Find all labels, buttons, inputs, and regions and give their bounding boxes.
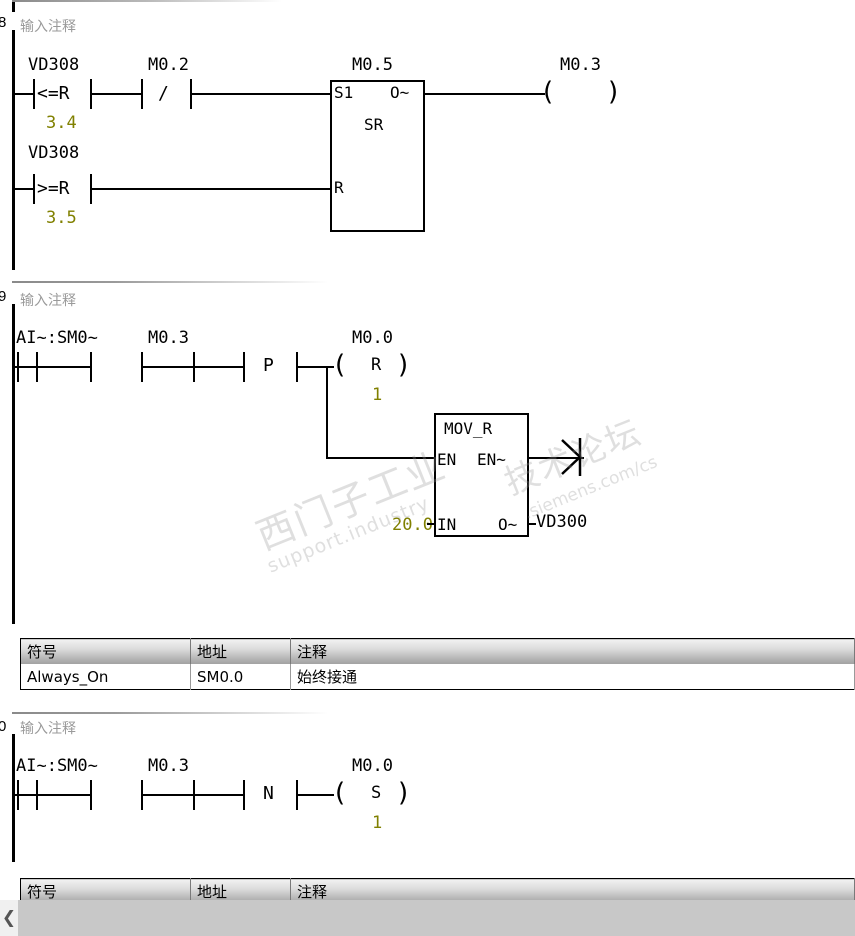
wire-contactC-to-p-n9	[195, 366, 245, 368]
contact3-left-bar[interactable]	[33, 174, 35, 204]
symbol-cell-name[interactable]: Always_On	[20, 664, 191, 690]
coil-inner-r-n9: R	[371, 355, 382, 375]
horizontal-scrollbar[interactable]: ❮	[0, 900, 855, 936]
coil-label-m00-n9: M0.0	[352, 328, 393, 348]
network-number-9: 9	[0, 288, 7, 305]
wire-sr-out-to-coil	[425, 93, 545, 95]
coil-open-paren-n10[interactable]: (	[335, 780, 345, 806]
contactA-left-bar-n9[interactable]	[17, 352, 19, 382]
wire-contact2-to-sr-s1	[192, 93, 331, 95]
wire-n-to-coil-n10	[298, 794, 334, 796]
network-number-10: 0	[0, 718, 7, 735]
symbol-table-header-comment[interactable]: 注释	[290, 638, 855, 664]
contact-label-vd308-2: VD308	[28, 143, 80, 163]
contact3-operator: >=R	[37, 178, 70, 199]
ladder-editor-canvas[interactable]: 8 输入注释 VD308 <=R 3.4 M0.2 / VD308 >=R 3.…	[0, 0, 855, 905]
branch-horizontal-to-movr-n9	[326, 457, 434, 459]
movr-box-name: MOV_R	[444, 419, 493, 438]
contact-label-ai-sm0-n9: AI~:SM0~	[16, 328, 98, 348]
sr-box-type-label: SR	[364, 115, 384, 134]
wire-rail-to-contact3	[14, 188, 34, 190]
network-separator-9	[12, 712, 522, 714]
wire-contactA-to-contactB-n9	[38, 366, 91, 368]
wire-contact3-to-sr-r	[92, 188, 331, 190]
contact-label-m03-n9: M0.3	[148, 328, 189, 348]
symbol-table-header-symbol[interactable]: 符号	[20, 638, 191, 664]
contact1-value[interactable]: 3.4	[46, 113, 77, 133]
symbol-table-header-row: 符号 地址 注释	[20, 638, 855, 664]
coil-open-paren-m03[interactable]: (	[543, 79, 553, 105]
network-separator-8	[12, 281, 522, 283]
network-separator-top	[12, 0, 282, 2]
movr-in-value[interactable]: 20.0	[392, 515, 433, 535]
movr-eno-output: EN~	[477, 450, 506, 469]
network-number-8: 8	[0, 14, 7, 31]
wire-movr-in-stub	[427, 523, 435, 525]
wire-contactB-to-contactC-n9	[143, 366, 194, 368]
sr-box-input-r: R	[334, 178, 344, 197]
coil-inner-s-n10: S	[371, 783, 382, 803]
sr-box-instance-label: M0.5	[352, 55, 393, 75]
watermark-line2: support.industry	[264, 492, 433, 578]
wire-contactB-to-contactC-n10	[143, 794, 194, 796]
edge-detect-p-n9[interactable]: P	[263, 355, 274, 376]
power-rail-network-10	[12, 734, 15, 862]
symbol-table-network-9[interactable]: 符号 地址 注释 Always_On SM0.0 始终接通	[20, 638, 855, 690]
movr-out-label: O~	[498, 515, 518, 534]
contact3-value[interactable]: 3.5	[46, 208, 77, 228]
branch-vertical-n9	[326, 366, 328, 458]
wire-p-to-junction-n9	[298, 366, 334, 368]
contactA-left-bar-n10[interactable]	[17, 780, 19, 810]
contact2-left-bar[interactable]	[141, 79, 143, 109]
symbol-cell-address[interactable]: SM0.0	[190, 664, 291, 690]
power-rail-network-9	[12, 304, 15, 624]
contactB-left-bar-n10[interactable]	[90, 780, 92, 810]
coil-label-m00-n10: M0.0	[352, 756, 393, 776]
contact-label-vd308-1: VD308	[28, 55, 80, 75]
sr-box-input-s1: S1	[334, 83, 354, 102]
contact-label-ai-sm0-n10: AI~:SM0~	[16, 756, 98, 776]
wire-rail-to-contact1	[14, 93, 34, 95]
coil-close-paren-n10[interactable]: )	[398, 780, 408, 806]
wire-contactA-to-contactB-n10	[38, 794, 91, 796]
contact-label-m02: M0.2	[148, 55, 189, 75]
network-comment-10[interactable]: 输入注释	[20, 718, 76, 738]
coil-value-n9[interactable]: 1	[372, 385, 382, 405]
contact2-operator-not: /	[158, 83, 169, 104]
wire-contactC-to-n-n10	[195, 794, 245, 796]
sr-box-output-o: O~	[390, 83, 410, 102]
coil-open-paren-n9[interactable]: (	[335, 352, 345, 378]
edge-detect-n-n10[interactable]: N	[263, 783, 274, 804]
network-comment-8[interactable]: 输入注释	[20, 16, 76, 36]
coil-label-m03: M0.3	[560, 55, 601, 75]
movr-en-input: EN	[437, 450, 457, 469]
contactB-left-bar-n9[interactable]	[90, 352, 92, 382]
eno-arrow-icon	[561, 438, 582, 476]
sr-box[interactable]	[330, 80, 425, 232]
movr-out-value-vd300[interactable]: VD300	[536, 512, 587, 532]
symbol-table-header-address[interactable]: 地址	[190, 638, 291, 664]
watermark-line1: 西门子工业	[250, 442, 453, 559]
network-comment-9[interactable]: 输入注释	[20, 290, 76, 310]
table-row[interactable]: Always_On SM0.0 始终接通	[20, 664, 855, 690]
coil-value-n10[interactable]: 1	[372, 813, 382, 833]
wire-contact1-to-contact2	[92, 93, 142, 95]
coil-close-paren-m03[interactable]: )	[608, 79, 618, 105]
symbol-cell-comment[interactable]: 始终接通	[290, 664, 855, 690]
movr-in-label: IN	[437, 515, 457, 534]
contact1-operator: <=R	[37, 83, 70, 104]
power-rail-network-8	[12, 30, 15, 270]
wire-movr-out-stub	[528, 523, 536, 525]
scroll-left-arrow-icon[interactable]: ❮	[0, 900, 18, 936]
contact-label-m03-n10: M0.3	[148, 756, 189, 776]
contact1-left-bar[interactable]	[33, 79, 35, 109]
coil-close-paren-n9[interactable]: )	[398, 352, 408, 378]
